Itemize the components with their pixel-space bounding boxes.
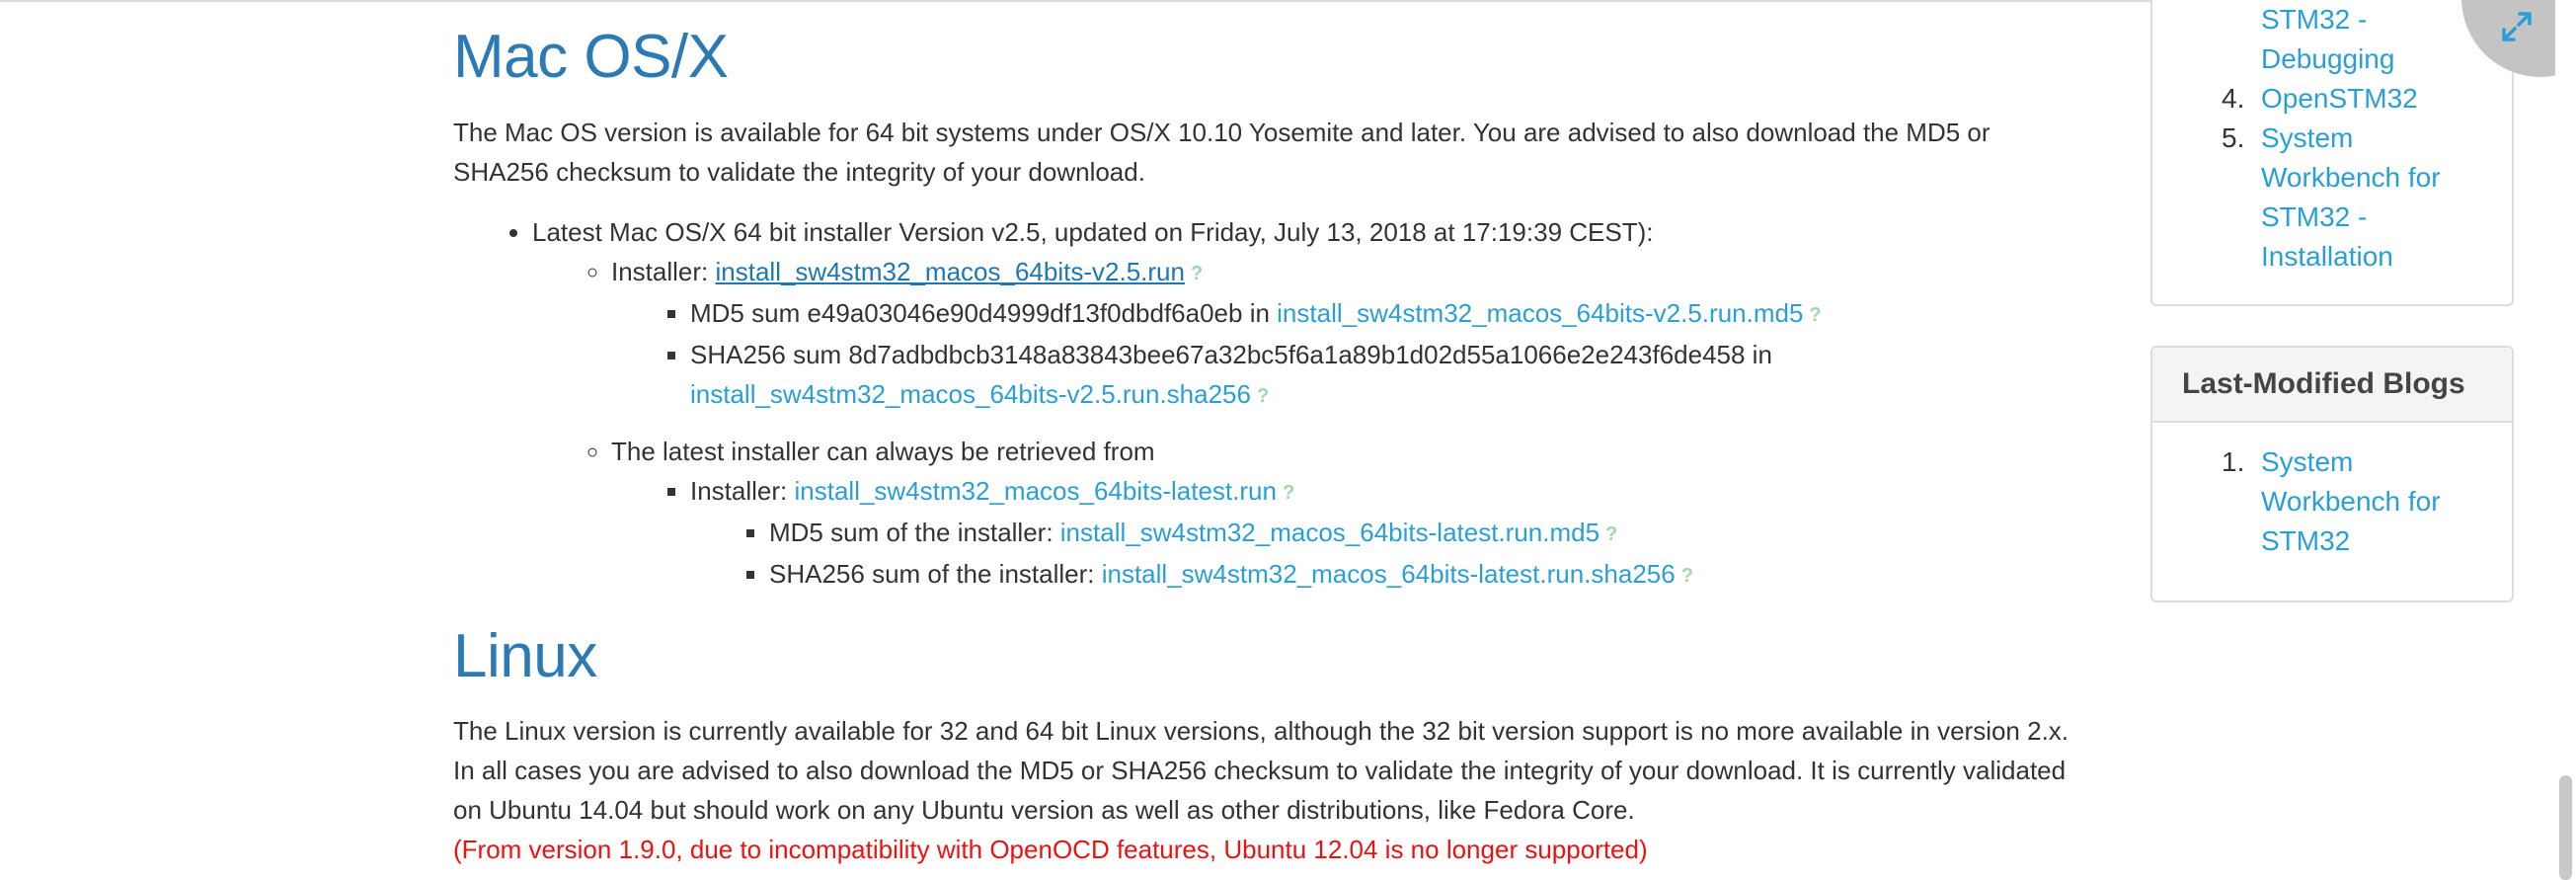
toc-item-number: 5.	[2222, 122, 2245, 153]
list-item: Installer: install_sw4stm32_macos_64bits…	[690, 471, 2092, 596]
toc-item: 5. System Workbench for STM32 - Installa…	[2152, 119, 2516, 277]
scrollbar-track[interactable]	[2555, 0, 2576, 880]
blog-item-number: 1.	[2222, 446, 2245, 477]
toc-list: STM32 - Debugging 4. OpenSTM32 5. System…	[2152, 0, 2516, 277]
installer-link[interactable]: install_sw4stm32_macos_64bits-v2.5.run	[716, 257, 1185, 286]
latest-installer-link[interactable]: install_sw4stm32_macos_64bits-latest.run	[795, 476, 1277, 506]
toc-item-number: 4.	[2222, 83, 2245, 114]
blogs-box: Last-Modified Blogs 1. System Workbench …	[2150, 346, 2514, 602]
scrollbar-thumb[interactable]	[2559, 775, 2572, 880]
md5-text: MD5 sum e49a03046e90d4999df13f0dbdf6a0eb…	[690, 298, 1278, 328]
always-retrieve-text: The latest installer can always be retri…	[611, 437, 1155, 466]
installer-label: Installer:	[611, 257, 716, 286]
list-item: The latest installer can always be retri…	[611, 432, 2092, 596]
list-item: SHA256 sum 8d7adbdbcb3148a83843bee67a32b…	[690, 335, 2092, 416]
blogs-box-title: Last-Modified Blogs	[2152, 348, 2512, 423]
help-icon[interactable]: ?	[1809, 295, 1821, 335]
blogs-list: 1. System Workbench for STM32	[2152, 442, 2512, 561]
linux-description-text: The Linux version is currently available…	[453, 716, 2069, 825]
latest-md5-link[interactable]: install_sw4stm32_macos_64bits-latest.run…	[1060, 518, 1600, 547]
list-item: Installer: install_sw4stm32_macos_64bits…	[611, 252, 2092, 416]
checksum-sublist: MD5 sum e49a03046e90d4999df13f0dbdf6a0eb…	[611, 293, 2092, 416]
help-icon[interactable]: ?	[1257, 376, 1269, 416]
help-icon[interactable]: ?	[1191, 254, 1203, 293]
toc-item-link[interactable]: OpenSTM32	[2261, 79, 2478, 119]
latest-version-text: Latest Mac OS/X 64 bit installer Version…	[532, 217, 1654, 247]
list-item: MD5 sum e49a03046e90d4999df13f0dbdf6a0eb…	[690, 293, 2092, 335]
sha256-link[interactable]: install_sw4stm32_macos_64bits-v2.5.run.s…	[690, 379, 1251, 409]
mac-description: The Mac OS version is available for 64 b…	[453, 118, 1991, 187]
blog-item: 1. System Workbench for STM32	[2152, 442, 2512, 561]
md5-link[interactable]: install_sw4stm32_macos_64bits-v2.5.run.m…	[1277, 298, 1803, 328]
toc-item: STM32 - Debugging	[2152, 0, 2516, 79]
toc-item-link[interactable]: System Workbench for STM32 - Installatio…	[2261, 119, 2459, 277]
blogs-list-wrap: 1. System Workbench for STM32	[2152, 423, 2512, 561]
linux-warning: (From version 1.9.0, due to incompatibil…	[453, 835, 1648, 864]
expand-icon[interactable]	[2500, 10, 2534, 43]
help-icon[interactable]: ?	[1283, 473, 1294, 513]
list-item: SHA256 sum of the installer: install_sw4…	[769, 554, 2092, 596]
blog-item-link[interactable]: System Workbench for STM32	[2261, 442, 2459, 561]
toc-item-link[interactable]: STM32 - Debugging	[2261, 0, 2459, 79]
help-icon[interactable]: ?	[1605, 515, 1617, 554]
latest-sha256-link[interactable]: install_sw4stm32_macos_64bits-latest.run…	[1102, 559, 1676, 589]
latest-installer-label: Installer:	[690, 476, 795, 506]
mac-section-title: Mac OS/X	[453, 23, 729, 91]
help-icon[interactable]: ?	[1681, 556, 1693, 596]
linux-description: The Linux version is currently available…	[453, 711, 2092, 869]
sha256-text: SHA256 sum 8d7adbdbcb3148a83843bee67a32b…	[690, 340, 1772, 369]
latest-checksum-sublist: MD5 sum of the installer: install_sw4stm…	[690, 513, 2092, 596]
list-item: Latest Mac OS/X 64 bit installer Version…	[532, 212, 2092, 596]
latest-sublist: Installer: install_sw4stm32_macos_64bits…	[611, 471, 2092, 596]
list-item: MD5 sum of the installer: install_sw4stm…	[769, 513, 2092, 554]
installer-sublist: Installer: install_sw4stm32_macos_64bits…	[532, 252, 2092, 596]
toc-box: STM32 - Debugging 4. OpenSTM32 5. System…	[2150, 0, 2514, 306]
toc-item: 4. OpenSTM32	[2152, 79, 2516, 119]
latest-sha256-label: SHA256 sum of the installer:	[769, 559, 1102, 589]
latest-md5-label: MD5 sum of the installer:	[769, 518, 1060, 547]
linux-section-title: Linux	[453, 622, 597, 690]
mac-download-list: Latest Mac OS/X 64 bit installer Version…	[453, 212, 2092, 596]
page: Mac OS/X The Mac OS version is available…	[0, 0, 2576, 880]
